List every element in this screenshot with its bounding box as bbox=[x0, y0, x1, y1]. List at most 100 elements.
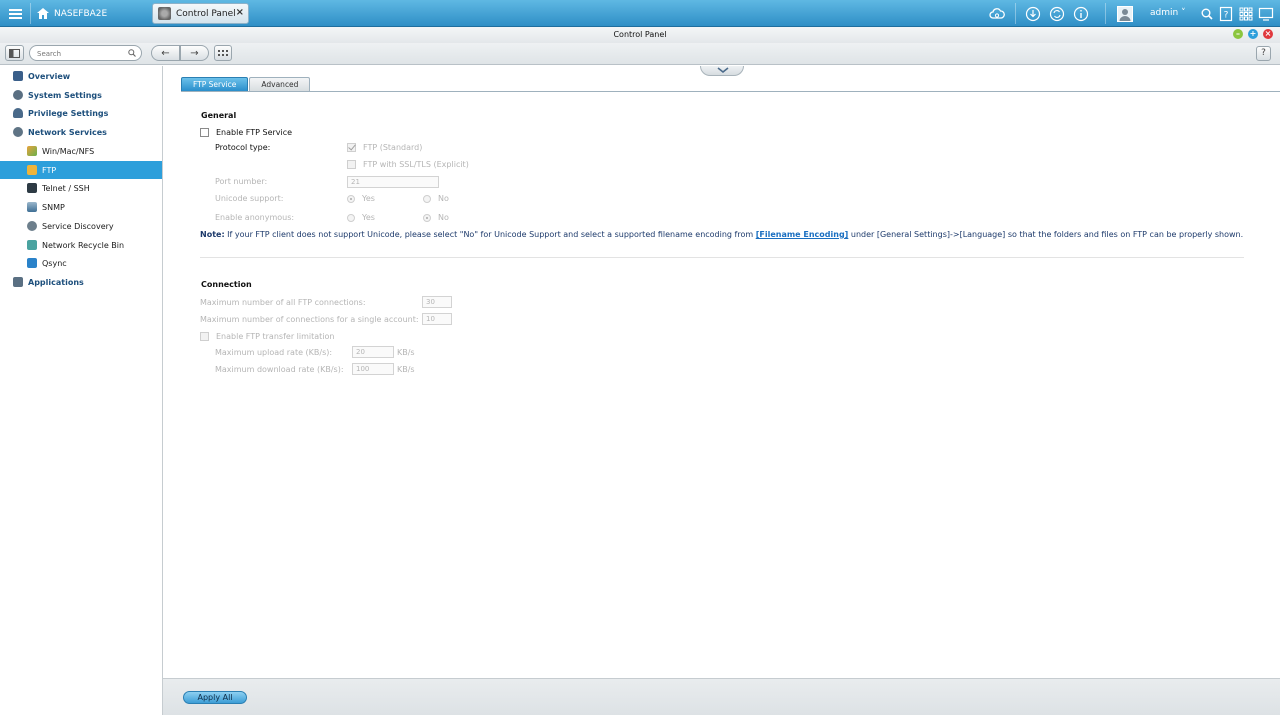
window-tab-label: Control Panel bbox=[176, 8, 236, 19]
chevron-down-icon: ˅ bbox=[1181, 8, 1186, 18]
sidebar-item-win-mac-nfs[interactable]: Win/Mac/NFS bbox=[0, 142, 162, 160]
search-icon bbox=[128, 49, 136, 57]
user-avatar-icon[interactable] bbox=[1116, 5, 1133, 22]
max-all-connections-input[interactable]: 30 bbox=[422, 296, 452, 308]
unicode-support-label: Unicode support: bbox=[215, 194, 284, 203]
download-rate-input[interactable]: 100 bbox=[352, 363, 394, 375]
ftp-standard-row[interactable]: FTP (Standard) bbox=[347, 143, 422, 152]
close-button[interactable]: × bbox=[1263, 29, 1273, 39]
sidebar-item-telnet-ssh[interactable]: Telnet / SSH bbox=[0, 179, 162, 197]
download-icon[interactable] bbox=[1024, 5, 1041, 22]
sync-icon[interactable] bbox=[1048, 5, 1065, 22]
anonymous-yes-row[interactable]: Yes bbox=[347, 213, 375, 222]
grid-icon bbox=[218, 49, 228, 56]
anonymous-yes-radio[interactable] bbox=[347, 213, 355, 222]
toggle-sidebar-button[interactable] bbox=[5, 45, 24, 61]
arrow-left-icon: ← bbox=[161, 47, 170, 59]
unicode-note: Note: If your FTP client does not suppor… bbox=[200, 230, 1243, 239]
anonymous-no-row[interactable]: No bbox=[423, 213, 449, 222]
search-icon[interactable] bbox=[1198, 5, 1215, 22]
sidebar-item-privilege-settings[interactable]: Privilege Settings bbox=[0, 104, 162, 122]
note-text-1: If your FTP client does not support Unic… bbox=[224, 230, 756, 239]
minimize-button[interactable]: – bbox=[1233, 29, 1243, 39]
enable-ftp-row[interactable]: Enable FTP Service bbox=[200, 128, 292, 137]
upload-rate-unit: KB/s bbox=[397, 348, 415, 357]
section-divider bbox=[200, 257, 1244, 258]
service-discovery-icon bbox=[27, 221, 37, 231]
taskbar-separator bbox=[30, 3, 31, 24]
sidebar-item-service-discovery[interactable]: Service Discovery bbox=[0, 217, 162, 235]
apps-grid-icon[interactable] bbox=[1237, 5, 1254, 22]
sidebar-item-ftp[interactable]: FTP bbox=[0, 161, 162, 179]
unicode-yes-radio[interactable] bbox=[347, 194, 355, 203]
home-icon bbox=[37, 8, 49, 19]
sidebar-item-network-recycle-bin[interactable]: Network Recycle Bin bbox=[0, 236, 162, 254]
tab-bar: FTP Service Advanced bbox=[181, 77, 311, 92]
enable-transfer-limit-row[interactable]: Enable FTP transfer limitation bbox=[200, 332, 334, 341]
unicode-no-row[interactable]: No bbox=[423, 194, 449, 203]
port-number-label: Port number: bbox=[215, 177, 268, 186]
nas-name: NASEFBA2E bbox=[54, 8, 108, 19]
control-panel-window-tab[interactable]: Control Panel × bbox=[152, 3, 249, 24]
enable-ftp-label: Enable FTP Service bbox=[216, 128, 293, 137]
overview-icon bbox=[13, 71, 23, 81]
svg-text:?: ? bbox=[1223, 10, 1228, 20]
unicode-no-radio[interactable] bbox=[423, 194, 431, 203]
grid-view-button[interactable] bbox=[214, 45, 232, 61]
sidebar-item-qsync[interactable]: Qsync bbox=[0, 254, 162, 272]
max-single-connections-input[interactable]: 10 bbox=[422, 313, 452, 325]
maximize-button[interactable]: + bbox=[1248, 29, 1258, 39]
enable-transfer-limit-checkbox[interactable] bbox=[200, 332, 209, 341]
upload-rate-label: Maximum upload rate (KB/s): bbox=[215, 348, 333, 357]
enable-ftp-checkbox[interactable] bbox=[200, 128, 209, 137]
collapse-header-button[interactable] bbox=[700, 66, 744, 76]
upload-rate-input[interactable]: 20 bbox=[352, 346, 394, 358]
anonymous-no-radio[interactable] bbox=[423, 213, 431, 222]
help-icon[interactable]: ? bbox=[1217, 5, 1234, 22]
tab-ftp-service[interactable]: FTP Service bbox=[181, 77, 249, 91]
ftp-ssl-checkbox[interactable] bbox=[347, 160, 356, 169]
ftp-ssl-label: FTP with SSL/TLS (Explicit) bbox=[363, 160, 469, 169]
enable-transfer-limit-label: Enable FTP transfer limitation bbox=[216, 332, 335, 341]
ftp-standard-label: FTP (Standard) bbox=[363, 143, 423, 152]
close-tab-icon[interactable]: × bbox=[236, 7, 244, 18]
ftp-ssl-row[interactable]: FTP with SSL/TLS (Explicit) bbox=[347, 160, 469, 169]
unicode-yes-row[interactable]: Yes bbox=[347, 194, 375, 203]
apply-all-button[interactable]: Apply All bbox=[183, 691, 247, 704]
sidebar-item-system-settings[interactable]: System Settings bbox=[0, 86, 162, 104]
control-panel-icon bbox=[158, 7, 171, 20]
sidebar-toggle-icon bbox=[9, 48, 20, 58]
terminal-icon bbox=[27, 183, 37, 193]
user-menu[interactable]: admin ˅ bbox=[1150, 8, 1186, 18]
info-icon[interactable] bbox=[1072, 5, 1089, 22]
protocol-type-label: Protocol type: bbox=[215, 143, 271, 152]
taskbar-separator bbox=[1105, 3, 1106, 24]
port-number-input[interactable]: 21 bbox=[347, 176, 439, 188]
max-all-connections-label: Maximum number of all FTP connections: bbox=[200, 298, 366, 307]
search-box[interactable] bbox=[29, 45, 142, 61]
note-prefix: Note: bbox=[200, 230, 225, 239]
forward-button[interactable]: → bbox=[180, 45, 209, 61]
close-icon: × bbox=[1264, 29, 1272, 38]
qsync-icon bbox=[27, 258, 37, 268]
home-button[interactable]: NASEFBA2E bbox=[37, 5, 107, 22]
filename-encoding-link[interactable]: [Filename Encoding] bbox=[756, 230, 849, 239]
back-button[interactable]: ← bbox=[151, 45, 180, 61]
search-input[interactable] bbox=[37, 48, 125, 59]
note-text-2: under [General Settings]->[Language] so … bbox=[848, 230, 1244, 239]
sidebar-item-snmp[interactable]: SNMP bbox=[0, 198, 162, 216]
globe-icon bbox=[13, 127, 23, 137]
sidebar-item-network-services[interactable]: Network Services bbox=[0, 123, 162, 141]
snmp-icon bbox=[27, 202, 37, 212]
help-button[interactable]: ? bbox=[1256, 46, 1271, 61]
monitor-icon[interactable] bbox=[1257, 5, 1274, 22]
sidebar-item-overview[interactable]: Overview bbox=[0, 67, 162, 85]
main-menu-button[interactable] bbox=[0, 0, 30, 27]
taskbar: NASEFBA2E Control Panel × admin ˅ ? bbox=[0, 0, 1280, 27]
sidebar-item-applications[interactable]: Applications bbox=[0, 273, 162, 291]
ftp-standard-checkbox[interactable] bbox=[347, 143, 356, 152]
tab-advanced[interactable]: Advanced bbox=[249, 77, 311, 91]
cloud-icon[interactable] bbox=[988, 5, 1005, 22]
main-panel: FTP Service Advanced General Enable FTP … bbox=[163, 66, 1280, 678]
window-title-bar[interactable]: Control Panel bbox=[0, 27, 1280, 43]
